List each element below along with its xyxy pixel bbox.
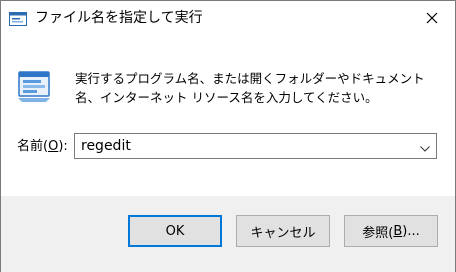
browse-accesskey: B — [393, 223, 403, 239]
run-dialog-icon — [16, 68, 52, 104]
chevron-down-icon — [420, 137, 430, 156]
command-input[interactable]: regedit — [81, 138, 131, 155]
title-bar[interactable]: ファイル名を指定して実行 — [1, 1, 455, 35]
run-app-icon — [9, 11, 27, 26]
command-combobox[interactable]: regedit — [74, 133, 437, 159]
open-label-accesskey: O — [48, 139, 59, 154]
close-button[interactable] — [409, 1, 455, 35]
run-dialog-window: ファイル名を指定して実行 実行するプログラム名、または開くフォルダーやドキュメン… — [0, 0, 456, 272]
dialog-content: 実行するプログラム名、または開くフォルダーやドキュメント名、インターネット リソ… — [1, 35, 455, 196]
button-bar: OK キャンセル 参照(B)... — [1, 196, 455, 272]
open-label: 名前(O): — [17, 139, 68, 154]
browse-button[interactable]: 参照(B)... — [344, 215, 438, 247]
close-icon — [426, 9, 438, 28]
dropdown-button[interactable] — [414, 134, 436, 158]
instruction-text: 実行するプログラム名、または開くフォルダーやドキュメント名、インターネット リソ… — [75, 71, 425, 105]
ok-button[interactable]: OK — [128, 215, 222, 247]
window-title: ファイル名を指定して実行 — [35, 10, 203, 26]
cancel-button[interactable]: キャンセル — [236, 215, 330, 247]
